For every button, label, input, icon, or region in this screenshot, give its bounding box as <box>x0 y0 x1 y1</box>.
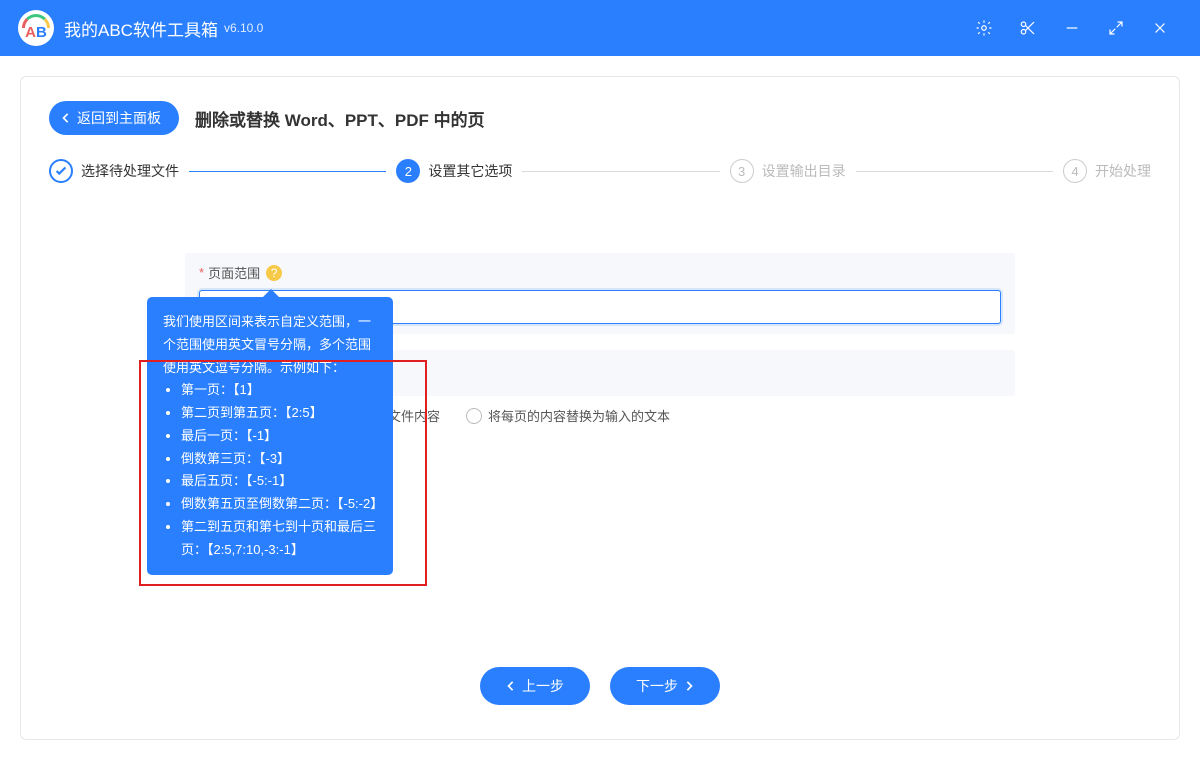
maximize-button[interactable] <box>1094 0 1138 56</box>
prev-button[interactable]: 上一步 <box>480 667 590 705</box>
step-4-label: 开始处理 <box>1095 161 1151 181</box>
main-card: 返回到主面板 删除或替换 Word、PPT、PDF 中的页 选择待处理文件 2 … <box>20 76 1180 740</box>
stepper: 选择待处理文件 2 设置其它选项 3 设置输出目录 4 开始处理 <box>49 159 1151 183</box>
page-range-tooltip: 我们使用区间来表示自定义范围，一个范围使用英文冒号分隔，多个范围使用英文逗号分隔… <box>147 297 393 575</box>
help-icon[interactable]: ? <box>266 265 282 281</box>
step-1[interactable]: 选择待处理文件 <box>49 159 179 183</box>
chevron-left-icon <box>61 112 71 124</box>
next-button[interactable]: 下一步 <box>610 667 720 705</box>
minimize-icon <box>1063 19 1081 37</box>
tooltip-item: 第二页到第五页：【2:5】 <box>181 402 377 425</box>
prev-label: 上一步 <box>522 676 564 696</box>
required-mark: * <box>199 265 204 280</box>
app-title: 我的ABC软件工具箱 <box>64 16 218 41</box>
page-range-label: 页面范围 <box>208 263 260 282</box>
tooltip-item: 最后一页：【-1】 <box>181 425 377 448</box>
back-label: 返回到主面板 <box>77 108 161 128</box>
footer-nav: 上一步 下一步 <box>49 667 1151 715</box>
step-1-label: 选择待处理文件 <box>81 161 179 181</box>
title-bar: AB 我的ABC软件工具箱 v6.10.0 <box>0 0 1200 56</box>
tooltip-item: 第二到五页和第七到十页和最后三页：【2:5,7:10,-3:-1】 <box>181 516 377 562</box>
tools-button[interactable] <box>1006 0 1050 56</box>
chevron-right-icon <box>684 680 694 692</box>
chevron-left-icon <box>506 680 516 692</box>
app-logo: AB <box>18 10 54 46</box>
form-area: * 页面范围 ? 的文件内容 将每页的内容替换为输入的文本 我们使用区间来表示自… <box>185 253 1015 425</box>
radio-replace-text[interactable]: 将每页的内容替换为输入的文本 <box>466 406 670 425</box>
step-3-label: 设置输出目录 <box>762 161 846 181</box>
page-title: 删除或替换 Word、PPT、PDF 中的页 <box>195 106 485 131</box>
scissors-icon <box>1019 19 1037 37</box>
next-label: 下一步 <box>636 676 678 696</box>
step-3[interactable]: 3 设置输出目录 <box>730 159 846 183</box>
app-version: v6.10.0 <box>224 21 263 35</box>
close-button[interactable] <box>1138 0 1182 56</box>
back-button[interactable]: 返回到主面板 <box>49 101 179 135</box>
step-2-label: 设置其它选项 <box>428 161 512 181</box>
close-icon <box>1151 19 1169 37</box>
radio-opt2-label: 将每页的内容替换为输入的文本 <box>488 406 670 425</box>
tooltip-list: 第一页：【1】 第二页到第五页：【2:5】 最后一页：【-1】 倒数第三页：【-… <box>163 379 377 561</box>
tooltip-intro: 我们使用区间来表示自定义范围，一个范围使用英文冒号分隔，多个范围使用英文逗号分隔… <box>163 311 377 379</box>
tooltip-item: 最后五页：【-5:-1】 <box>181 470 377 493</box>
minimize-button[interactable] <box>1050 0 1094 56</box>
settings-button[interactable] <box>962 0 1006 56</box>
maximize-icon <box>1107 19 1125 37</box>
step-4[interactable]: 4 开始处理 <box>1063 159 1151 183</box>
tooltip-item: 第一页：【1】 <box>181 379 377 402</box>
check-icon <box>54 164 68 178</box>
step-2[interactable]: 2 设置其它选项 <box>396 159 512 183</box>
gear-icon <box>975 19 993 37</box>
tooltip-item: 倒数第五页至倒数第二页：【-5:-2】 <box>181 493 377 516</box>
tooltip-item: 倒数第三页：【-3】 <box>181 448 377 471</box>
